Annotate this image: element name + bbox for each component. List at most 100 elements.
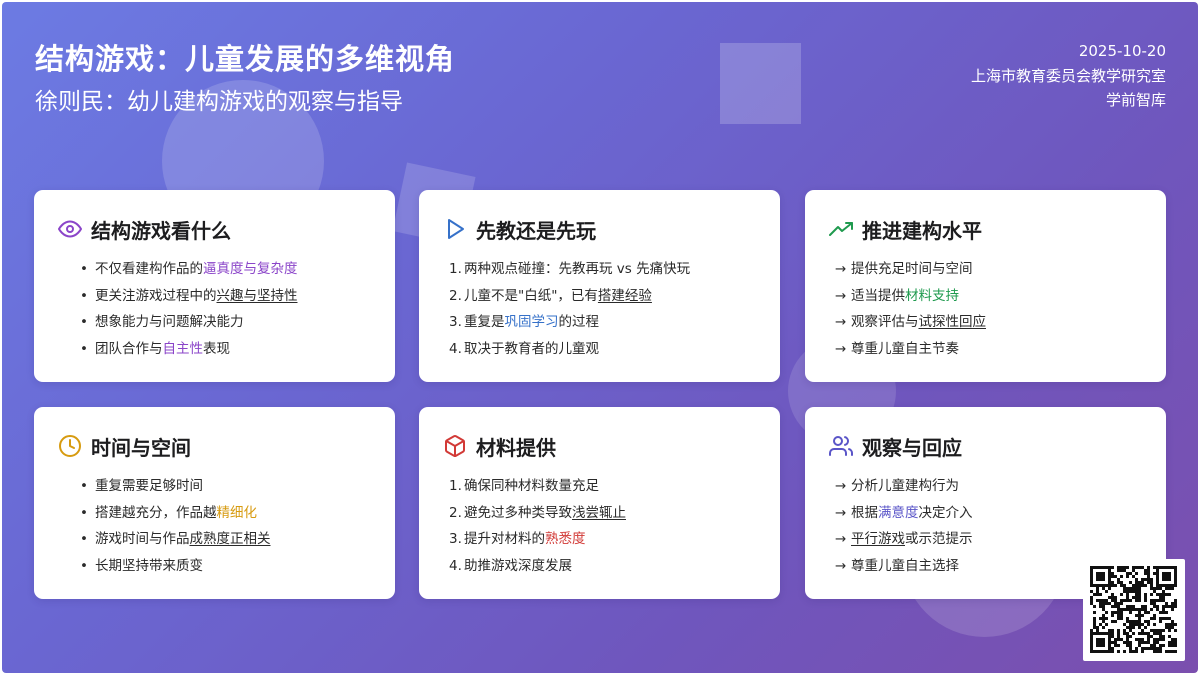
item-highlight: 逼真度与复杂度: [203, 261, 298, 277]
list-marker: →: [835, 341, 847, 358]
item-highlight: 试探性回应: [918, 314, 987, 331]
card-list: 1. 确保同种材料数量充足 2. 避免过多种类导致浅尝辄止 3. 提升对材料的熟悉度…: [449, 473, 626, 580]
list-marker: →: [835, 558, 847, 575]
list-marker: 1.: [449, 261, 462, 277]
list-item: → 适当提供材料支持: [835, 283, 986, 310]
item-text: 表现: [203, 341, 230, 358]
item-text: 适当提供: [851, 287, 905, 304]
list-marker: 2.: [449, 504, 462, 521]
list-marker: 4.: [449, 558, 462, 575]
list-marker: •: [80, 504, 88, 521]
list-marker: →: [835, 504, 847, 521]
card-list: 1. 两种观点碰撞：先教再玩 vs 先痛快玩 2. 儿童不是"白纸"，已有搭建经验…: [449, 256, 690, 363]
source-label: 学前智库: [1105, 91, 1166, 109]
box-icon: [443, 434, 467, 458]
item-text: 长期坚持带来质变: [95, 558, 203, 575]
list-item: → 观察评估与试探性回应: [835, 309, 986, 336]
item-text: 观察评估与: [851, 314, 919, 331]
list-marker: •: [80, 478, 88, 494]
item-text: 两种观点碰撞：先教再玩 vs 先痛快玩: [464, 261, 691, 277]
item-highlight: 精细化: [216, 504, 258, 521]
item-text: 提升对材料的: [464, 531, 545, 548]
list-item: • 团队合作与自主性表现: [64, 336, 298, 363]
item-highlight: 兴趣与坚持性: [216, 287, 298, 304]
clock-icon: [58, 434, 82, 458]
item-text: 想象能力与问题解决能力: [95, 314, 244, 331]
card-list: • 重复需要足够时间 • 搭建越充分，作品越精细化 • 游戏时间与作品成熟度正相关 • 长期坚…: [64, 473, 271, 580]
card-title: 推进建构水平: [862, 218, 982, 243]
list-item: → 尊重儿童自主节奏: [835, 336, 986, 363]
card-teach-or-play: 先教还是先玩 1. 两种观点碰撞：先教再玩 vs 先痛快玩 2. 儿童不是"白纸"…: [419, 190, 780, 382]
list-marker: →: [835, 261, 847, 277]
page-title: 结构游戏：儿童发展的多维视角: [35, 42, 456, 76]
item-text: 不仅看建构作品的: [95, 261, 203, 277]
item-text: 或示范提示: [905, 531, 973, 548]
card-list: → 提供充足时间与空间 → 适当提供材料支持 → 观察评估与试探性回应 → 尊重儿童自…: [835, 256, 986, 363]
list-item: 1. 确保同种材料数量充足: [449, 473, 626, 500]
list-item: 3. 提升对材料的熟悉度: [449, 526, 626, 553]
item-highlight: 平行游戏: [851, 531, 905, 548]
play-icon: [443, 217, 467, 241]
list-marker: •: [80, 261, 88, 277]
list-item: → 尊重儿童自主选择: [835, 553, 973, 580]
item-highlight: 熟悉度: [545, 531, 586, 548]
item-text: 尊重儿童自主节奏: [851, 341, 959, 358]
item-text: 团队合作与: [95, 341, 163, 358]
item-text: 分析儿童建构行为: [851, 478, 959, 494]
organization-label: 上海市教育委员会教学研究室: [970, 66, 1166, 85]
item-text: 助推游戏深度发展: [464, 558, 572, 575]
page-subtitle: 徐则民：幼儿建构游戏的观察与指导: [35, 89, 403, 115]
item-text: 尊重儿童自主选择: [851, 558, 959, 575]
card-time-space: 时间与空间 • 重复需要足够时间 • 搭建越充分，作品越精细化 • 游戏时间与作品成熟度正…: [34, 407, 395, 599]
list-marker: 1.: [449, 478, 462, 494]
card-materials: 材料提供 1. 确保同种材料数量充足 2. 避免过多种类导致浅尝辄止 3. 提升对材…: [419, 407, 780, 599]
qr-code-icon: [1083, 559, 1185, 661]
list-marker: 4.: [449, 341, 462, 358]
list-item: • 长期坚持带来质变: [64, 553, 271, 580]
item-highlight: 巩固学习: [504, 314, 559, 331]
item-text: 取决于教育者的儿童观: [464, 341, 599, 358]
item-text: 避免过多种类导致: [464, 504, 572, 521]
item-highlight: 材料支持: [905, 287, 959, 304]
item-text: 根据: [851, 504, 878, 521]
item-text: 决定介入: [918, 504, 973, 521]
item-text: 重复需要足够时间: [95, 478, 203, 494]
list-marker: •: [80, 341, 88, 358]
list-marker: 2.: [449, 287, 462, 304]
card-advance-level: 推进建构水平 → 提供充足时间与空间 → 适当提供材料支持 → 观察评估与试探性回应…: [805, 190, 1166, 382]
list-marker: →: [835, 478, 847, 494]
item-text: 儿童不是"白纸"，已有: [464, 287, 598, 304]
list-item: 1. 两种观点碰撞：先教再玩 vs 先痛快玩: [449, 256, 690, 283]
item-text: 更关注游戏过程中的: [95, 287, 217, 304]
header-meta: 2025-10-20 上海市教育委员会教学研究室 学前智库: [971, 39, 1166, 113]
list-marker: →: [835, 531, 847, 548]
card-list: → 分析儿童建构行为 → 根据满意度决定介入 → 平行游戏或示范提示 → 尊重儿童自主…: [835, 473, 973, 580]
list-item: • 更关注游戏过程中的兴趣与坚持性: [64, 283, 298, 310]
list-item: 2. 儿童不是"白纸"，已有搭建经验: [449, 283, 690, 310]
item-highlight: 成熟度正相关: [189, 531, 271, 548]
list-item: • 游戏时间与作品成熟度正相关: [64, 526, 271, 553]
list-item: • 重复需要足够时间: [64, 473, 271, 500]
list-item: • 想象能力与问题解决能力: [64, 309, 298, 336]
card-title: 先教还是先玩: [476, 218, 596, 243]
item-text: 游戏时间与作品: [95, 531, 190, 548]
eye-icon: [58, 217, 82, 241]
card-list: • 不仅看建构作品的逼真度与复杂度 • 更关注游戏过程中的兴趣与坚持性 • 想象能力与问题…: [64, 256, 298, 363]
list-marker: 3.: [449, 531, 462, 548]
card-title: 结构游戏看什么: [91, 218, 231, 243]
list-item: → 分析儿童建构行为: [835, 473, 973, 500]
list-item: • 搭建越充分，作品越精细化: [64, 500, 271, 527]
item-text: 确保同种材料数量充足: [464, 478, 599, 494]
item-highlight: 浅尝辄止: [572, 504, 626, 521]
list-item: • 不仅看建构作品的逼真度与复杂度: [64, 256, 298, 283]
list-marker: →: [835, 287, 847, 304]
item-text: 搭建越充分，作品越: [95, 504, 217, 521]
list-item: 4. 取决于教育者的儿童观: [449, 336, 690, 363]
item-text: 重复是: [464, 314, 505, 331]
list-marker: 3.: [449, 314, 462, 331]
list-item: → 平行游戏或示范提示: [835, 526, 973, 553]
list-marker: →: [835, 314, 847, 331]
list-item: 3. 重复是巩固学习的过程: [449, 309, 690, 336]
trending-up-icon: [829, 217, 853, 241]
date-label: 2025-10-20: [1078, 42, 1166, 60]
